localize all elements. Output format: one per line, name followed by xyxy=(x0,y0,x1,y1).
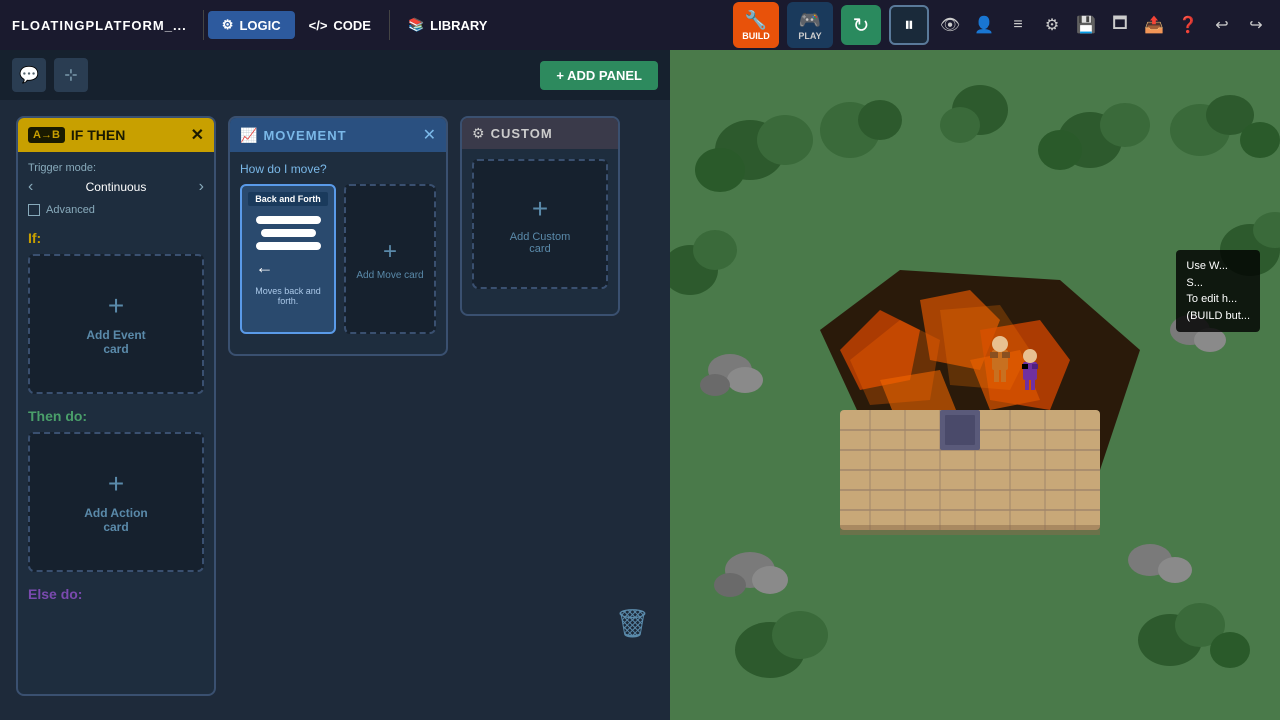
then-do-label: Then do: xyxy=(28,408,204,424)
play-button[interactable]: 🎮 PLAY xyxy=(787,2,833,48)
advanced-label: Advanced xyxy=(46,204,95,216)
trash-area: 🗑 xyxy=(614,607,650,640)
add-action-card-text: Add Actioncard xyxy=(84,506,148,534)
add-action-card-slot[interactable]: + Add Actioncard xyxy=(28,432,204,572)
topbar-right: 🔧 BUILD 🎮 PLAY ↻ ⏸ 👁 👤 ≡ ⚙ 💾 🗖 📤 ❓ ↩ ↪ xyxy=(730,2,1280,48)
chat-icon-btn[interactable]: 💬 xyxy=(12,58,46,92)
ifthen-header: A→B IF THEN ✕ xyxy=(18,118,214,152)
add-move-plus-icon: + xyxy=(383,238,397,266)
advanced-checkbox[interactable] xyxy=(28,204,40,216)
tooltip-line2: S... xyxy=(1186,275,1250,292)
add-event-card-text: Add Eventcard xyxy=(86,328,145,356)
add-move-card-slot[interactable]: + Add Move card xyxy=(344,184,436,334)
cards-area: A→B IF THEN ✕ Trigger mode: ‹ Continuous… xyxy=(0,100,670,720)
pause-icon: ⏸ xyxy=(904,14,914,37)
trigger-mode-row: ‹ Continuous › xyxy=(28,178,204,196)
code-brackets-icon: </> xyxy=(309,18,328,33)
add-event-plus-icon: + xyxy=(108,292,124,320)
trigger-value: Continuous xyxy=(39,180,192,194)
gamepad-icon: 🎮 xyxy=(799,10,821,31)
add-custom-card-slot[interactable]: + Add Customcard xyxy=(472,159,608,289)
movement-body: How do I move? Back and Forth ← M xyxy=(230,152,446,344)
movement-close-button[interactable]: ✕ xyxy=(423,125,436,145)
game-world-svg xyxy=(670,50,1280,720)
separator-1 xyxy=(203,10,204,40)
refresh-button[interactable]: ↻ xyxy=(841,5,881,45)
trigger-mode-label: Trigger mode: xyxy=(28,162,204,174)
add-action-plus-icon: + xyxy=(108,470,124,498)
add-custom-card-text: Add Customcard xyxy=(510,231,571,255)
movement-card-visual: ← xyxy=(248,212,328,282)
library-button[interactable]: 📚 LIBRARY xyxy=(394,11,501,39)
custom-header-text: CUSTOM xyxy=(491,126,608,141)
ifthen-card: A→B IF THEN ✕ Trigger mode: ‹ Continuous… xyxy=(16,116,216,696)
window-button[interactable]: 🗖 xyxy=(1104,9,1136,41)
focus-icon-btn[interactable]: ⊹ xyxy=(54,58,88,92)
movement-card: 📈 MOVEMENT ✕ How do I move? Back and For… xyxy=(228,116,448,356)
custom-gear-icon: ⚙ xyxy=(472,125,485,142)
custom-body: + Add Customcard xyxy=(462,149,618,299)
add-panel-button[interactable]: + ADD PANEL xyxy=(540,61,658,90)
separator-2 xyxy=(389,10,390,40)
ifthen-body: Trigger mode: ‹ Continuous › Advanced If… xyxy=(18,152,214,620)
wrench-icon: 🔧 xyxy=(745,10,767,31)
menu-button[interactable]: ≡ xyxy=(1002,9,1034,41)
eye-button[interactable]: 👁 xyxy=(934,9,966,41)
build-button[interactable]: 🔧 BUILD xyxy=(733,2,779,48)
code-button[interactable]: </> CODE xyxy=(295,12,385,39)
help-button[interactable]: ❓ xyxy=(1172,9,1204,41)
if-label: If: xyxy=(28,230,204,246)
ifthen-close-button[interactable]: ✕ xyxy=(191,125,204,145)
trigger-prev-arrow[interactable]: ‹ xyxy=(28,178,33,196)
save-button[interactable]: 💾 xyxy=(1070,9,1102,41)
library-icon: 📚 xyxy=(408,17,424,33)
add-custom-plus-icon: + xyxy=(532,193,548,225)
else-do-label: Else do: xyxy=(28,586,204,602)
logic-button[interactable]: ⚙ LOGIC xyxy=(208,11,295,39)
upload-button[interactable]: 📤 xyxy=(1138,9,1170,41)
redo-button[interactable]: ↪ xyxy=(1240,9,1272,41)
movement-chart-icon: 📈 xyxy=(240,127,257,144)
movement-card-desc: Moves back and forth. xyxy=(248,286,328,306)
user-button[interactable]: 👤 xyxy=(968,9,1000,41)
tooltip-line1: Use W... xyxy=(1186,258,1250,275)
trash-button[interactable]: 🗑 xyxy=(614,607,650,640)
custom-header: ⚙ CUSTOM xyxy=(462,118,618,149)
add-move-card-text: Add Move card xyxy=(356,270,423,281)
tooltip-box: Use W... S... To edit h... (BUILD but... xyxy=(1176,250,1260,332)
movement-header: 📈 MOVEMENT ✕ xyxy=(230,118,446,152)
movement-cards-row: Back and Forth ← Moves back and forth. xyxy=(240,184,436,334)
tooltip-line4: (BUILD but... xyxy=(1186,308,1250,325)
add-event-card-slot[interactable]: + Add Eventcard xyxy=(28,254,204,394)
undo-button[interactable]: ↩ xyxy=(1206,9,1238,41)
back-and-forth-card[interactable]: Back and Forth ← Moves back and forth. xyxy=(240,184,336,334)
movement-card-title: Back and Forth xyxy=(248,192,328,206)
settings-button[interactable]: ⚙ xyxy=(1036,9,1068,41)
topbar: FLOATINGPLATFORM_... ⚙ LOGIC </> CODE 📚 … xyxy=(0,0,1280,50)
trigger-next-arrow[interactable]: › xyxy=(199,178,204,196)
custom-card: ⚙ CUSTOM + Add Customcard xyxy=(460,116,620,316)
refresh-icon: ↻ xyxy=(853,13,870,38)
tooltip-line3: To edit h... xyxy=(1186,291,1250,308)
panel-toolbar: 💬 ⊹ + ADD PANEL xyxy=(0,50,670,100)
game-view-panel: Use W... S... To edit h... (BUILD but...… xyxy=(670,50,1280,720)
gear-icon: ⚙ xyxy=(222,17,234,33)
movement-header-text: MOVEMENT xyxy=(263,128,416,143)
pause-button[interactable]: ⏸ xyxy=(889,5,929,45)
left-panel: 💬 ⊹ + ADD PANEL A→B IF THEN ✕ Trigger mo… xyxy=(0,50,670,720)
app-title: FLOATINGPLATFORM_... xyxy=(0,18,199,33)
movement-question: How do I move? xyxy=(240,162,436,176)
advanced-row: Advanced xyxy=(28,204,204,216)
ifthen-header-text: IF THEN xyxy=(71,127,185,143)
ab-icon: A→B xyxy=(28,127,65,143)
